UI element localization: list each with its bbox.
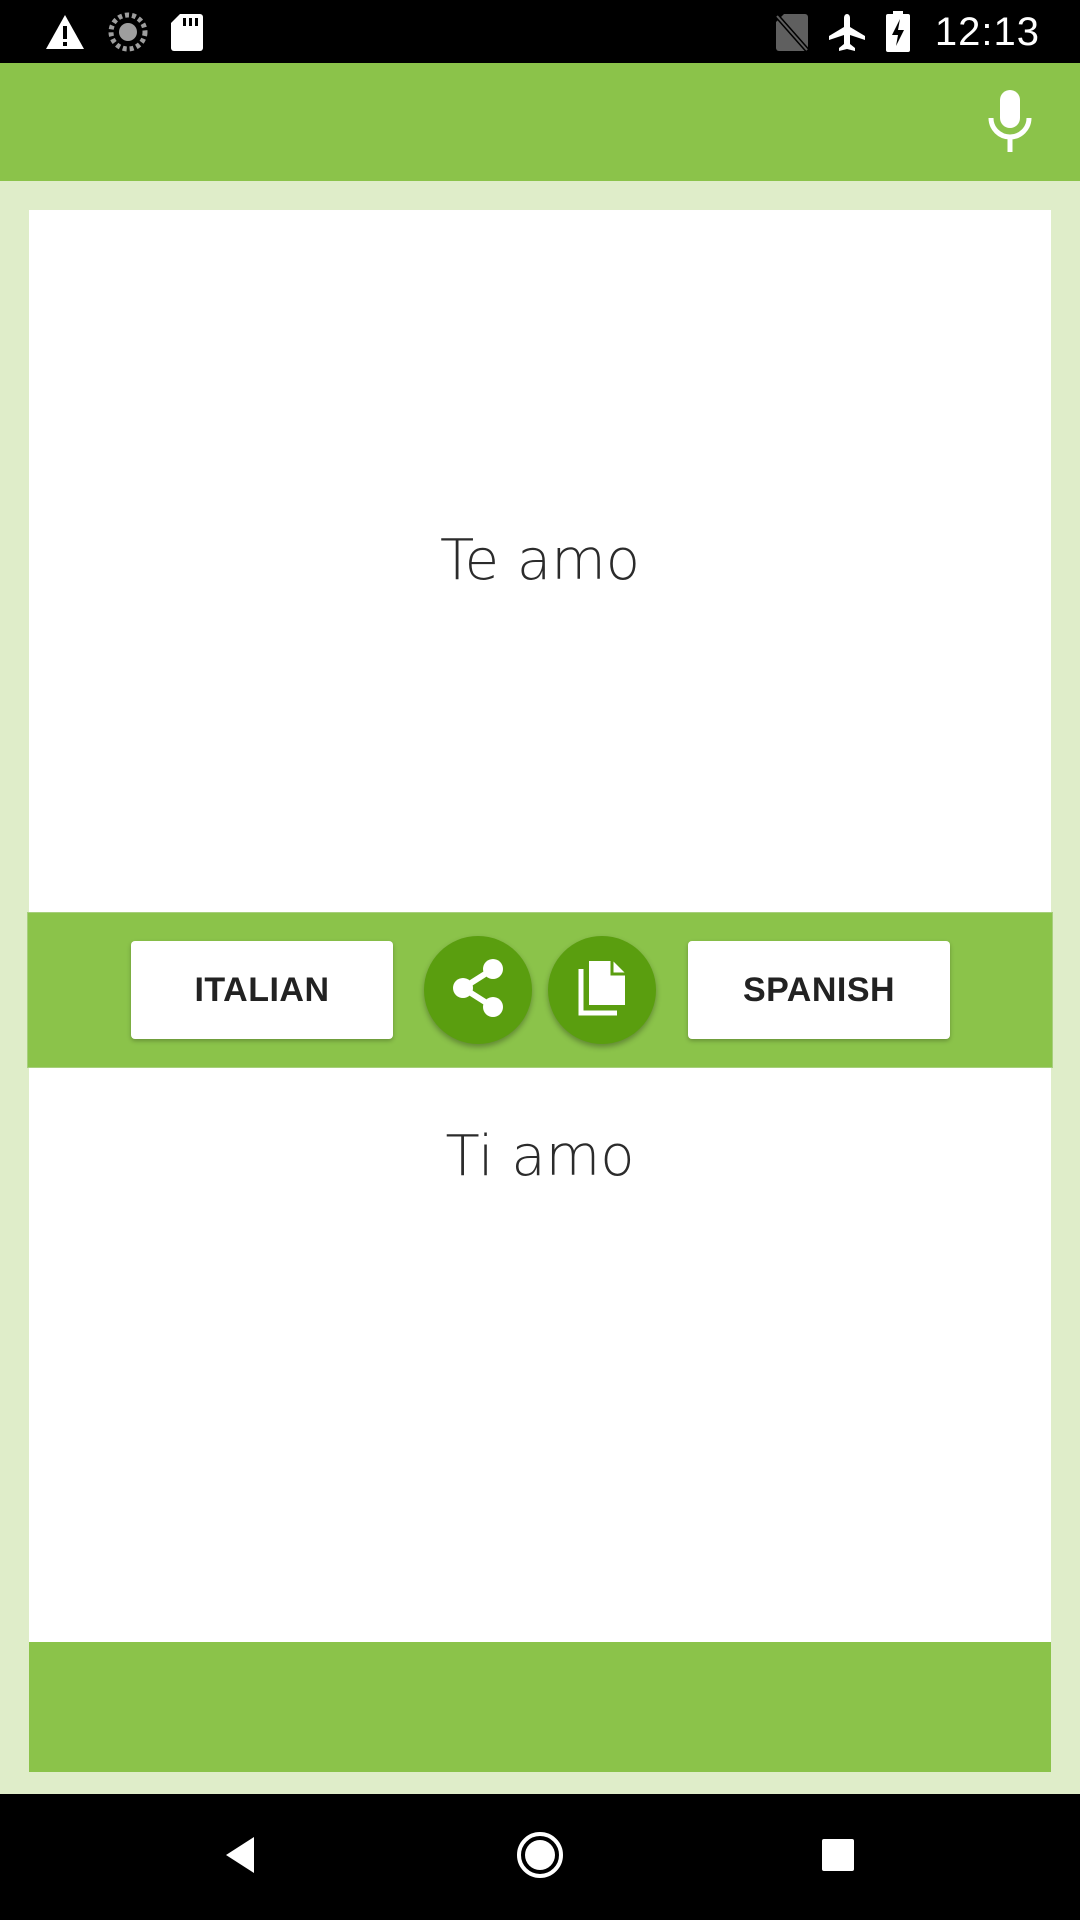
translation-panel: Ti amo [29,1068,1051,1642]
battery-charging-icon [885,11,911,53]
language-control-bar: ITALIAN SPANISH [27,912,1053,1068]
target-language-button[interactable]: SPANISH [688,941,950,1039]
recents-button[interactable] [798,1817,878,1897]
status-left-icons [44,10,204,54]
source-text: Te amo [439,528,641,593]
share-icon [447,957,509,1024]
back-button[interactable] [202,1817,282,1897]
back-icon [220,1833,264,1882]
warning-icon [44,13,86,51]
copy-button[interactable] [548,936,656,1044]
airplane-mode-icon [827,12,867,52]
status-clock: 12:13 [934,9,1040,54]
home-button[interactable] [500,1817,580,1897]
microphone-icon [986,88,1034,159]
source-language-button[interactable]: ITALIAN [131,941,393,1039]
translation-text: Ti amo [445,1124,635,1189]
app-bar [0,63,1080,181]
home-icon [515,1830,565,1885]
status-right-icons: 12:13 [775,8,1040,56]
status-bar: 12:13 [0,0,1080,63]
microphone-button[interactable] [970,83,1050,163]
navigation-bar [0,1794,1080,1920]
sd-card-icon [170,12,204,52]
recents-icon [818,1835,858,1880]
sync-icon [108,12,148,52]
source-text-panel[interactable]: Te amo [29,210,1051,912]
bottom-banner [29,1642,1051,1772]
share-button[interactable] [424,936,532,1044]
copy-icon [575,959,629,1022]
no-sim-icon [775,12,809,52]
